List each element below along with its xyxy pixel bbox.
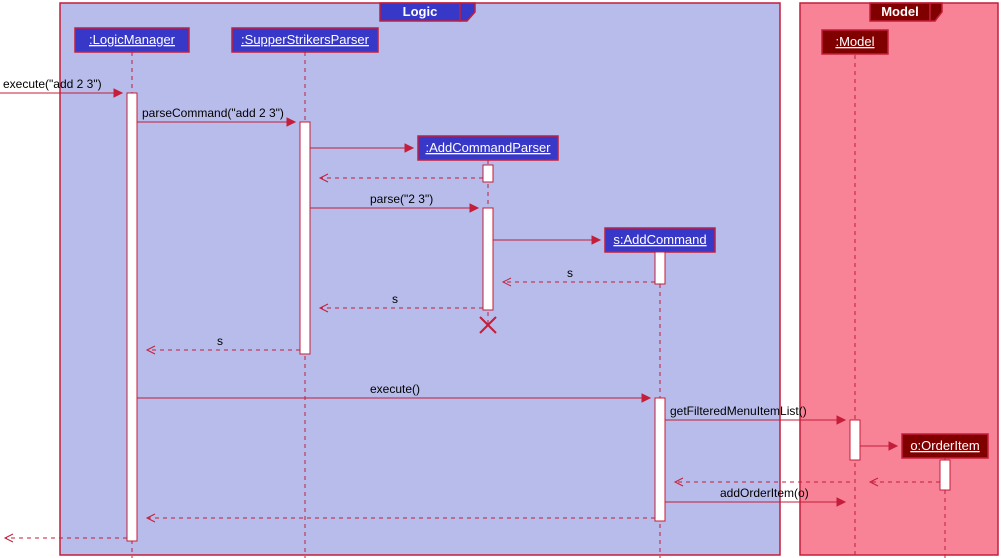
msg-execute-add: execute("add 2 3") [3, 77, 102, 91]
ret-s1: s [567, 266, 573, 280]
ret-s2: s [392, 292, 398, 306]
add-cmd-label: s:AddCommand [613, 232, 706, 247]
msg-parse: parse("2 3") [370, 192, 433, 206]
msg-add-order-item: addOrderItem(o) [720, 486, 809, 500]
logic-frame [60, 3, 780, 555]
msg-get-filtered: getFilteredMenuItemList() [670, 404, 807, 418]
parser-label: :SupperStrikersParser [241, 32, 370, 47]
add-parser-label: :AddCommandParser [426, 140, 552, 155]
order-item-label: o:OrderItem [910, 438, 979, 453]
msg-parse-command: parseCommand("add 2 3") [142, 106, 284, 120]
logic-manager-label: :LogicManager [89, 32, 176, 47]
model-frame-title: Model [881, 4, 919, 19]
msg-execute: execute() [370, 382, 420, 396]
model-label: :Model [835, 34, 874, 49]
logic-frame-title: Logic [403, 4, 438, 19]
ret-s3: s [217, 334, 223, 348]
model-frame [800, 3, 998, 555]
